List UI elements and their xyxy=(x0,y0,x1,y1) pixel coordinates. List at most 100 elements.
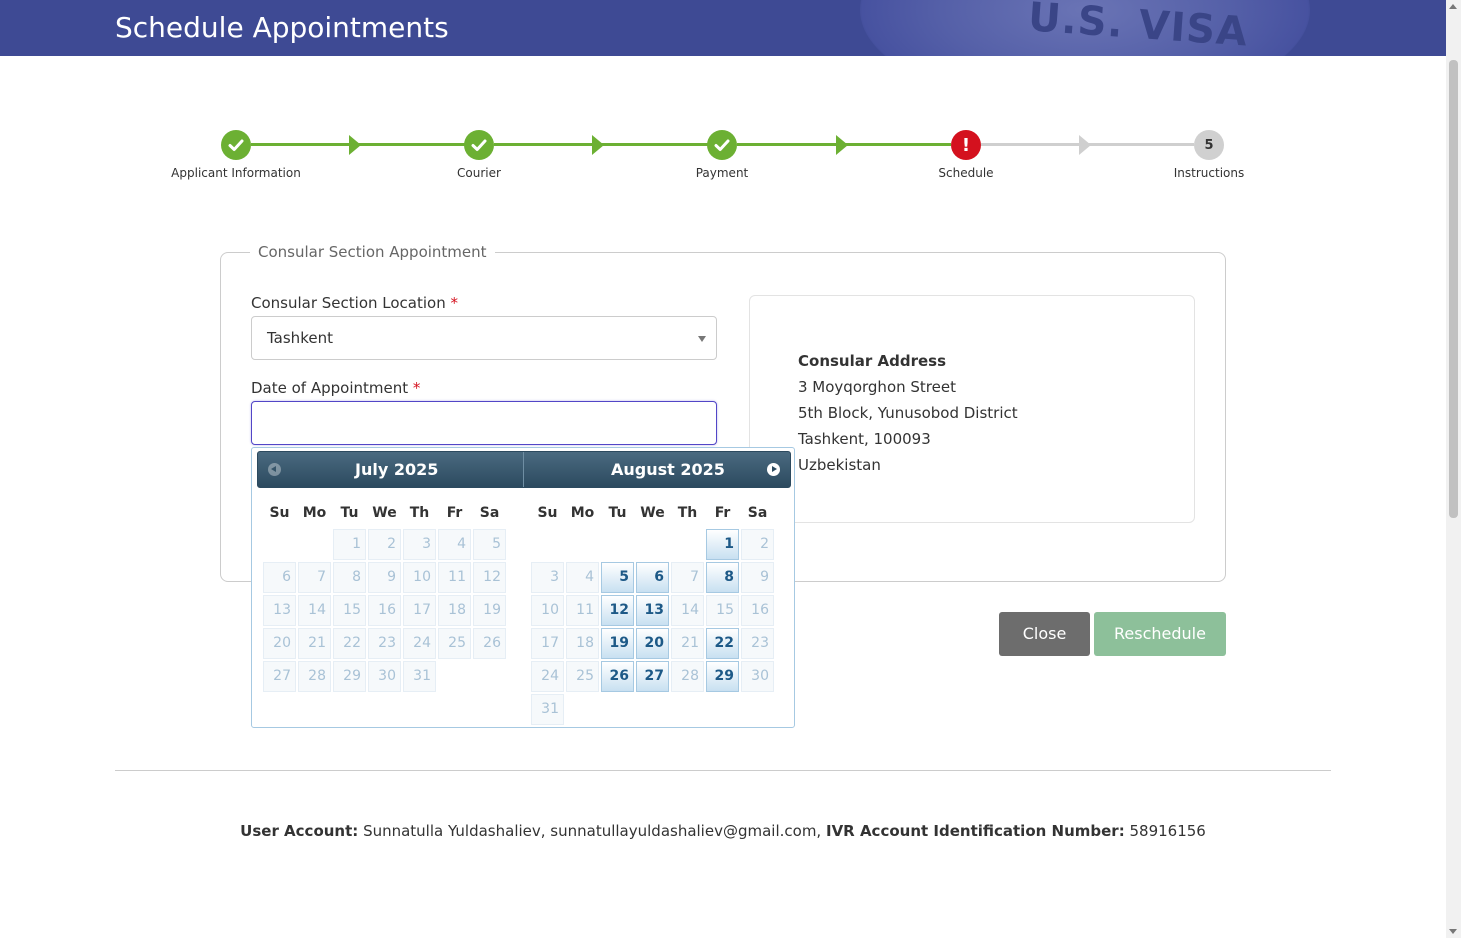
calendar-day-disabled: 30 xyxy=(741,661,774,692)
calendar-day-available[interactable]: 5 xyxy=(601,562,634,593)
step-number: 5 xyxy=(1194,130,1224,160)
calendar-day-disabled: 31 xyxy=(531,694,564,725)
calendar-day-disabled: 25 xyxy=(566,661,599,692)
weekday-header: Th xyxy=(677,504,698,521)
account-footer: User Account: Sunnatulla Yuldashaliev, s… xyxy=(0,822,1446,840)
step-label: Instructions xyxy=(1173,166,1245,180)
calendar-day-disabled: 22 xyxy=(333,628,366,659)
calendar-day-disabled: 17 xyxy=(531,628,564,659)
weekday-header: Su xyxy=(269,504,290,521)
consular-address-card: Consular Address 3 Moyqorghon Street 5th… xyxy=(749,295,1195,523)
required-mark: * xyxy=(412,379,421,397)
calendar-day-available[interactable]: 27 xyxy=(636,661,669,692)
calendar-day-disabled: 2 xyxy=(368,529,401,560)
calendar-day-disabled: 28 xyxy=(671,661,704,692)
calendar-day-available[interactable]: 20 xyxy=(636,628,669,659)
calendar-day-disabled: 7 xyxy=(671,562,704,593)
calendar-day-disabled: 7 xyxy=(298,562,331,593)
calendar-day-disabled: 16 xyxy=(368,595,401,626)
calendar-day-disabled: 15 xyxy=(706,595,739,626)
calendar-day-disabled: 18 xyxy=(438,595,471,626)
chevron-down-icon xyxy=(698,336,706,342)
calendar-day-available[interactable]: 13 xyxy=(636,595,669,626)
calendar-day-disabled: 3 xyxy=(403,529,436,560)
calendar-day-disabled: 11 xyxy=(438,562,471,593)
calendar-day-disabled: 6 xyxy=(263,562,296,593)
calendar-day-disabled: 31 xyxy=(403,661,436,692)
calendar-day-disabled: 15 xyxy=(333,595,366,626)
page-header: U.S. VISA Schedule Appointments xyxy=(0,0,1446,56)
calendar-day-available[interactable]: 8 xyxy=(706,562,739,593)
calendar-day-available[interactable]: 29 xyxy=(706,661,739,692)
calendar-day-disabled: 4 xyxy=(566,562,599,593)
close-button[interactable]: Close xyxy=(999,612,1090,656)
calendar-august: Su Mo Tu We Th Fr Sa 1 2 3 4 5 6 7 8 9 10 11 12 13 14 15 16 17 1… xyxy=(529,496,776,727)
calendar-day-available[interactable]: 1 xyxy=(706,529,739,560)
weekday-header: Fr xyxy=(714,504,731,521)
account-value: Sunnatulla Yuldashaliev, sunnatullayulda… xyxy=(363,822,822,840)
calendar-day-disabled: 14 xyxy=(671,595,704,626)
weekday-header: Tu xyxy=(340,504,359,521)
calendar-day-disabled: 11 xyxy=(566,595,599,626)
step-label: Schedule xyxy=(938,166,994,180)
calendar-day-disabled: 27 xyxy=(263,661,296,692)
progress-arrow-icon xyxy=(836,135,848,155)
calendar-day-available[interactable]: 26 xyxy=(601,661,634,692)
step-applicant-information: Applicant Information xyxy=(166,130,306,180)
calendar-day-disabled: 2 xyxy=(741,529,774,560)
step-label: Payment xyxy=(695,166,749,180)
address-heading: Consular Address xyxy=(798,352,946,370)
address-line: Tashkent, 100093 xyxy=(798,430,931,448)
step-instructions: 5 Instructions xyxy=(1139,130,1279,180)
appointment-date-input[interactable] xyxy=(251,401,717,445)
scrollbar-thumb[interactable] xyxy=(1449,60,1458,518)
calendar-day-disabled: 20 xyxy=(263,628,296,659)
next-month-icon[interactable] xyxy=(767,463,780,476)
calendar-day-disabled: 8 xyxy=(333,562,366,593)
calendar-day-available[interactable]: 12 xyxy=(601,595,634,626)
step-label: Applicant Information xyxy=(171,166,301,180)
weekday-header: Su xyxy=(537,504,558,521)
account-label: User Account: xyxy=(240,822,359,840)
calendar-day-disabled: 24 xyxy=(531,661,564,692)
calendar-day-disabled: 10 xyxy=(403,562,436,593)
prev-month-icon[interactable] xyxy=(268,463,281,476)
calendar-day-disabled: 3 xyxy=(531,562,564,593)
scroll-up-icon[interactable] xyxy=(1449,4,1457,9)
calendar-day-available[interactable]: 6 xyxy=(636,562,669,593)
location-select[interactable]: Tashkent xyxy=(251,316,717,360)
calendar-day-available[interactable]: 22 xyxy=(706,628,739,659)
reschedule-button[interactable]: Reschedule xyxy=(1094,612,1226,656)
weekday-header: Mo xyxy=(302,504,327,521)
calendar-day-disabled: 12 xyxy=(473,562,506,593)
calendar-day-available[interactable]: 19 xyxy=(601,628,634,659)
calendar-july: Su Mo Tu We Th Fr Sa 1 2 3 4 5 6 7 8 9 10 11 12 13 14 15 16 17 1… xyxy=(261,496,508,694)
calendar-day-disabled: 21 xyxy=(298,628,331,659)
check-icon xyxy=(707,130,737,160)
month-title: July 2025 xyxy=(355,460,439,479)
calendar-day-disabled: 26 xyxy=(473,628,506,659)
scroll-down-icon[interactable] xyxy=(1449,929,1457,934)
calendar-day-disabled: 21 xyxy=(671,628,704,659)
page-scrollbar[interactable] xyxy=(1446,0,1461,938)
address-line: 5th Block, Yunusobod District xyxy=(798,404,1018,422)
calendar-day-disabled: 29 xyxy=(333,661,366,692)
calendar-day-disabled: 23 xyxy=(368,628,401,659)
location-label: Consular Section Location * xyxy=(251,294,458,312)
calendar-day-disabled: 1 xyxy=(333,529,366,560)
weekday-header: We xyxy=(640,504,665,521)
calendar-day-disabled: 25 xyxy=(438,628,471,659)
calendar-day-disabled: 17 xyxy=(403,595,436,626)
weekday-header: Fr xyxy=(446,504,463,521)
calendar-day-disabled: 23 xyxy=(741,628,774,659)
date-label: Date of Appointment * xyxy=(251,379,421,397)
calendar-day-disabled: 14 xyxy=(298,595,331,626)
calendar-day-disabled: 24 xyxy=(403,628,436,659)
calendar-day-disabled: 10 xyxy=(531,595,564,626)
address-line: Uzbekistan xyxy=(798,456,881,474)
check-icon xyxy=(464,130,494,160)
calendar-day-disabled: 18 xyxy=(566,628,599,659)
weekday-header: Sa xyxy=(479,504,500,521)
calendar-day-disabled: 5 xyxy=(473,529,506,560)
progress-arrow-icon xyxy=(1079,135,1091,155)
